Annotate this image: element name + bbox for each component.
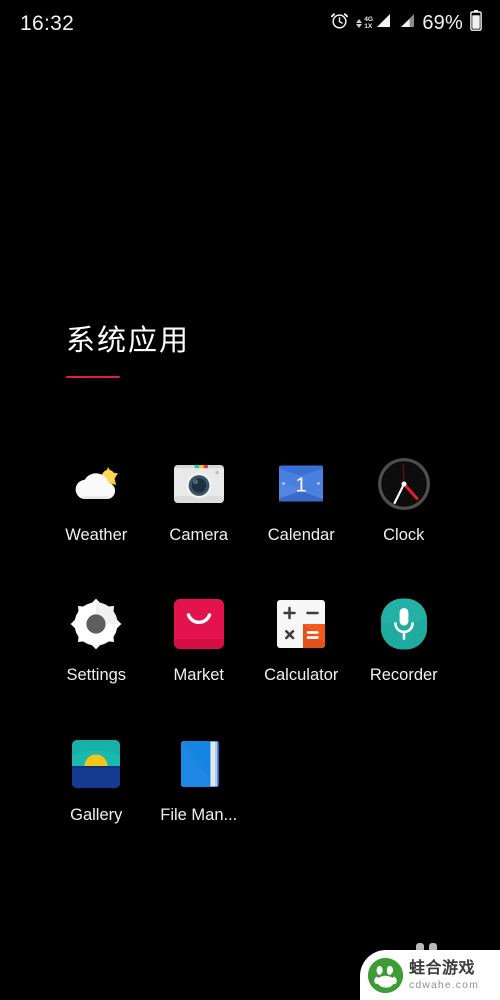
calculator-icon <box>272 595 330 653</box>
app-label: Clock <box>383 527 425 544</box>
calendar-icon: 1 <box>272 455 330 513</box>
alarm-icon <box>330 11 349 35</box>
status-bar: 16:32 4G 1X 69% <box>0 0 500 46</box>
watermark-title: 蛙合游戏 <box>409 957 476 977</box>
app-label: Calendar <box>267 527 335 544</box>
file-manager-icon <box>170 735 228 793</box>
data-arrows-icon <box>356 18 363 28</box>
watermark-url: cdwahe.com <box>409 978 479 991</box>
status-time: 16:32 <box>20 11 75 35</box>
app-gallery[interactable]: Gallery <box>45 735 148 875</box>
network-label-bottom: 1X <box>364 23 373 30</box>
app-label: Settings <box>66 667 127 684</box>
signal-4g-icon: 4G 1X <box>356 13 391 33</box>
signal-bars-icon <box>398 13 415 33</box>
settings-icon <box>67 595 125 653</box>
gallery-icon <box>67 735 125 793</box>
app-label: Gallery <box>70 807 123 824</box>
phone-screen: 16:32 4G 1X 69% 系统应用 Weather Camera 1 Ca… <box>0 0 500 1000</box>
app-market[interactable]: Market <box>148 595 251 735</box>
app-grid: Weather Camera 1 Calendar Clock Settings… <box>0 455 500 875</box>
camera-icon <box>170 455 228 513</box>
app-label: Calculator <box>264 667 339 684</box>
app-label: Recorder <box>369 667 438 684</box>
frog-logo-icon <box>368 957 403 993</box>
weather-icon <box>67 455 125 513</box>
app-label: File Man... <box>160 807 238 824</box>
site-watermark: 蛙合游戏 cdwahe.com <box>360 950 500 1000</box>
watermark-text: 蛙合游戏 cdwahe.com <box>409 957 479 991</box>
app-settings[interactable]: Settings <box>45 595 148 735</box>
app-calendar[interactable]: 1 Calendar <box>250 455 353 595</box>
page-title: 系统应用 <box>66 323 191 357</box>
app-weather[interactable]: Weather <box>45 455 148 595</box>
status-indicators: 4G 1X 69% <box>330 10 482 36</box>
app-label: Camera <box>169 527 229 544</box>
app-label: Market <box>173 667 224 684</box>
app-file-manager[interactable]: File Man... <box>148 735 251 875</box>
app-recorder[interactable]: Recorder <box>353 595 456 735</box>
recorder-icon <box>375 595 433 653</box>
app-calculator[interactable]: Calculator <box>250 595 353 735</box>
battery-percent: 69% <box>422 12 463 34</box>
app-camera[interactable]: Camera <box>148 455 251 595</box>
network-type-label: 4G 1X <box>364 16 373 30</box>
signal-triangle-1 <box>375 13 391 33</box>
market-icon <box>170 595 228 653</box>
title-underline <box>66 375 120 378</box>
calendar-date-number: 1 <box>296 475 307 497</box>
battery-icon <box>470 10 482 36</box>
clock-icon <box>375 455 433 513</box>
network-label-top: 4G <box>364 16 374 23</box>
app-clock[interactable]: Clock <box>353 455 456 595</box>
app-label: Weather <box>65 527 128 544</box>
section-header: 系统应用 <box>66 323 191 378</box>
